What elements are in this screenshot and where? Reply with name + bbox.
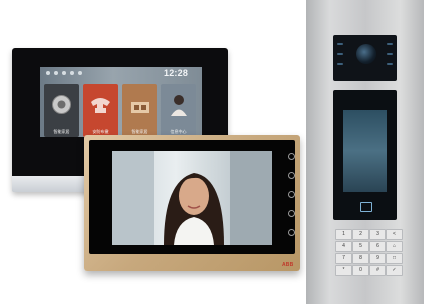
status-indicator [46, 71, 50, 75]
key-6[interactable]: 6 [369, 241, 386, 252]
monitor-settings-button[interactable] [288, 210, 295, 217]
lock-icon [52, 95, 71, 114]
keypad: 1 2 3 < 4 5 6 ⌂ 7 8 9 □ * 0 # ✓ [335, 229, 403, 281]
key-hash[interactable]: # [369, 265, 386, 276]
door-station-screen [343, 110, 387, 192]
key-1[interactable]: 1 [335, 229, 352, 240]
ir-led [337, 43, 343, 45]
key-3[interactable]: 3 [369, 229, 386, 240]
tile-label: 智能家居 [53, 129, 70, 134]
ir-led [337, 53, 343, 55]
home-icon [131, 102, 149, 113]
monitor-power-button[interactable] [288, 229, 295, 236]
tile-security[interactable]: 安防布撤 [83, 84, 118, 137]
status-indicator [70, 71, 74, 75]
ir-led [387, 53, 393, 55]
brand-logo: ABB [282, 262, 294, 268]
key-5[interactable]: 5 [352, 241, 369, 252]
tile-smart-home[interactable]: 智能家居 [44, 84, 79, 137]
monitor-menu-button[interactable] [288, 172, 295, 179]
monitor-call-button[interactable] [288, 153, 295, 160]
key-back[interactable]: < [386, 229, 403, 240]
key-9[interactable]: 9 [369, 253, 386, 264]
key-confirm[interactable]: ✓ [386, 265, 403, 276]
clock-display: 12:28 [164, 68, 189, 78]
key-8[interactable]: 8 [352, 253, 369, 264]
monitor-unlock-button[interactable] [288, 191, 295, 198]
status-indicator [78, 71, 82, 75]
key-home[interactable]: ⌂ [386, 241, 403, 252]
visitor-image [112, 151, 272, 245]
key-7[interactable]: 7 [335, 253, 352, 264]
ir-led [337, 63, 343, 65]
key-4[interactable]: 4 [335, 241, 352, 252]
key-0[interactable]: 0 [352, 265, 369, 276]
card-reader-icon [360, 202, 372, 212]
key-2[interactable]: 2 [352, 229, 369, 240]
ir-led [387, 63, 393, 65]
tile-home[interactable]: 智能家居 [122, 84, 157, 137]
camera-lens-icon [356, 44, 376, 64]
key-card[interactable]: □ [386, 253, 403, 264]
ir-led [387, 43, 393, 45]
status-indicator [62, 71, 66, 75]
tile-info[interactable]: 信息中心 [161, 84, 196, 137]
telephone-icon [91, 98, 110, 113]
person-icon [171, 95, 187, 116]
status-indicator [54, 71, 58, 75]
key-star[interactable]: * [335, 265, 352, 276]
video-feed [112, 151, 272, 245]
back-monitor-screen: 12:28 智能家居 安防布撤 智能家居 信息中心 [40, 67, 202, 137]
